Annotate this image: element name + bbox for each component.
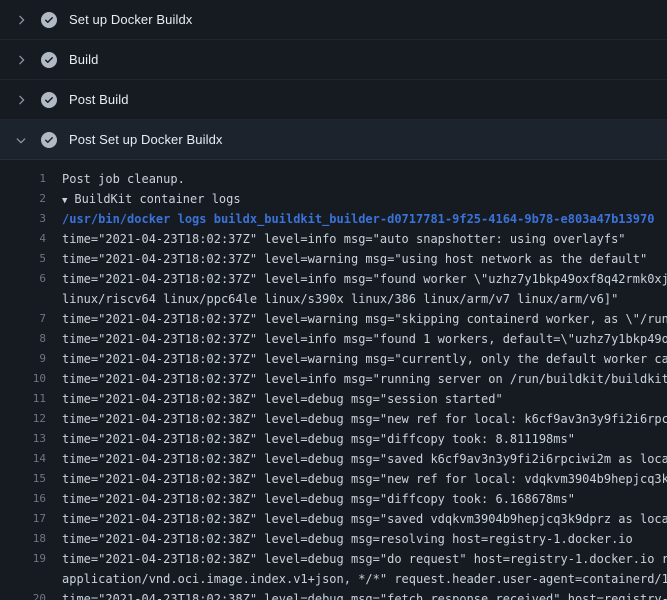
log-line-text: time="2021-04-23T18:02:38Z" level=debug …: [62, 509, 667, 529]
log-area: 1 Post job cleanup. 2 ▼ BuildKit containe…: [0, 160, 667, 600]
log-line-number[interactable]: 20: [0, 589, 46, 600]
log-line: 11 time="2021-04-23T18:02:38Z" level=deb…: [0, 389, 667, 409]
step-label: Build: [69, 52, 98, 67]
step-header[interactable]: Build: [0, 40, 667, 80]
log-line-text: application/vnd.oci.image.index.v1+json,…: [62, 569, 667, 589]
log-line-text: time="2021-04-23T18:02:37Z" level=info m…: [62, 269, 667, 289]
step-header[interactable]: Post Set up Docker Buildx: [0, 120, 667, 160]
log-line-number[interactable]: 12: [0, 409, 46, 429]
log-line-number[interactable]: 4: [0, 229, 46, 249]
step-header[interactable]: Post Build: [0, 80, 667, 120]
log-line-number[interactable]: 5: [0, 249, 46, 269]
log-line-number[interactable]: 2: [0, 189, 46, 209]
log-line: 6 time="2021-04-23T18:02:37Z" level=info…: [0, 269, 667, 289]
log-line: 10 time="2021-04-23T18:02:37Z" level=inf…: [0, 369, 667, 389]
log-line-number[interactable]: 18: [0, 529, 46, 549]
log-line: 4 time="2021-04-23T18:02:37Z" level=info…: [0, 229, 667, 249]
log-line-number[interactable]: [0, 289, 46, 309]
log-line-text: time="2021-04-23T18:02:38Z" level=debug …: [62, 489, 667, 509]
step-label: Post Build: [69, 92, 129, 107]
log-line-number[interactable]: 8: [0, 329, 46, 349]
log-line: 8 time="2021-04-23T18:02:37Z" level=info…: [0, 329, 667, 349]
log-line: 19 time="2021-04-23T18:02:38Z" level=deb…: [0, 549, 667, 569]
log-line: application/vnd.oci.image.index.v1+json,…: [0, 569, 667, 589]
log-line-text: time="2021-04-23T18:02:37Z" level=info m…: [62, 229, 667, 249]
log-line: linux/riscv64 linux/ppc64le linux/s390x …: [0, 289, 667, 309]
log-line-text: time="2021-04-23T18:02:38Z" level=debug …: [62, 469, 667, 489]
log-line-number[interactable]: 3: [0, 209, 46, 229]
log-line: 2 ▼ BuildKit container logs: [0, 189, 667, 209]
log-line-text: time="2021-04-23T18:02:37Z" level=info m…: [62, 369, 667, 389]
log-line-text: ▼ BuildKit container logs: [62, 189, 667, 209]
log-line-text: time="2021-04-23T18:02:38Z" level=debug …: [62, 429, 667, 449]
log-line: 9 time="2021-04-23T18:02:37Z" level=warn…: [0, 349, 667, 369]
log-line: 15 time="2021-04-23T18:02:38Z" level=deb…: [0, 469, 667, 489]
log-line-text: time="2021-04-23T18:02:37Z" level=warnin…: [62, 249, 667, 269]
log-line-text: time="2021-04-23T18:02:38Z" level=debug …: [62, 449, 667, 469]
log-line-number[interactable]: 1: [0, 169, 46, 189]
success-check-circle-icon: [41, 12, 57, 28]
log-line-number[interactable]: 6: [0, 269, 46, 289]
log-line-text: time="2021-04-23T18:02:37Z" level=info m…: [62, 329, 667, 349]
log-line-text: linux/riscv64 linux/ppc64le linux/s390x …: [62, 289, 667, 309]
log-line: 7 time="2021-04-23T18:02:37Z" level=warn…: [0, 309, 667, 329]
log-line-text: time="2021-04-23T18:02:38Z" level=debug …: [62, 549, 667, 569]
log-line: 5 time="2021-04-23T18:02:37Z" level=warn…: [0, 249, 667, 269]
log-group-caret-icon[interactable]: ▼: [62, 196, 67, 206]
chevron-right-icon[interactable]: [13, 12, 29, 28]
success-check-circle-icon: [41, 92, 57, 108]
log-line-number[interactable]: 7: [0, 309, 46, 329]
log-line-text: time="2021-04-23T18:02:38Z" level=debug …: [62, 409, 667, 429]
step-header[interactable]: Set up Docker Buildx: [0, 0, 667, 40]
chevron-right-icon[interactable]: [13, 52, 29, 68]
log-line-number[interactable]: 11: [0, 389, 46, 409]
log-line-number[interactable]: 16: [0, 489, 46, 509]
log-line-text: /usr/bin/docker logs buildx_buildkit_bui…: [62, 209, 667, 229]
log-line: 3 /usr/bin/docker logs buildx_buildkit_b…: [0, 209, 667, 229]
log-line: 18 time="2021-04-23T18:02:38Z" level=deb…: [0, 529, 667, 549]
log-line-number[interactable]: 17: [0, 509, 46, 529]
step-label: Post Set up Docker Buildx: [69, 132, 223, 147]
log-line: 17 time="2021-04-23T18:02:38Z" level=deb…: [0, 509, 667, 529]
log-line-text: time="2021-04-23T18:02:37Z" level=warnin…: [62, 309, 667, 329]
log-line: 14 time="2021-04-23T18:02:38Z" level=deb…: [0, 449, 667, 469]
log-line-text: time="2021-04-23T18:02:37Z" level=warnin…: [62, 349, 667, 369]
log-line-text: Post job cleanup.: [62, 169, 667, 189]
log-line: 13 time="2021-04-23T18:02:38Z" level=deb…: [0, 429, 667, 449]
success-check-circle-icon: [41, 132, 57, 148]
log-line: 16 time="2021-04-23T18:02:38Z" level=deb…: [0, 489, 667, 509]
log-line-text: time="2021-04-23T18:02:38Z" level=debug …: [62, 589, 667, 600]
log-line-text: time="2021-04-23T18:02:38Z" level=debug …: [62, 529, 667, 549]
log-line: 1 Post job cleanup.: [0, 169, 667, 189]
log-line-number[interactable]: [0, 569, 46, 589]
success-check-circle-icon: [41, 52, 57, 68]
actions-log-viewer: Set up Docker Buildx Build Post Build: [0, 0, 667, 600]
log-line: 20 time="2021-04-23T18:02:38Z" level=deb…: [0, 589, 667, 600]
log-line: 12 time="2021-04-23T18:02:38Z" level=deb…: [0, 409, 667, 429]
step-label: Set up Docker Buildx: [69, 12, 192, 27]
log-line-text: time="2021-04-23T18:02:38Z" level=debug …: [62, 389, 667, 409]
log-line-number[interactable]: 13: [0, 429, 46, 449]
log-group-title: BuildKit container logs: [74, 192, 240, 206]
steps-list: Set up Docker Buildx Build Post Build: [0, 0, 667, 160]
log-line-number[interactable]: 14: [0, 449, 46, 469]
log-line-number[interactable]: 19: [0, 549, 46, 569]
log-line-number[interactable]: 9: [0, 349, 46, 369]
log-line-number[interactable]: 15: [0, 469, 46, 489]
log-line-number[interactable]: 10: [0, 369, 46, 389]
chevron-right-icon[interactable]: [13, 92, 29, 108]
chevron-down-icon[interactable]: [13, 132, 29, 148]
